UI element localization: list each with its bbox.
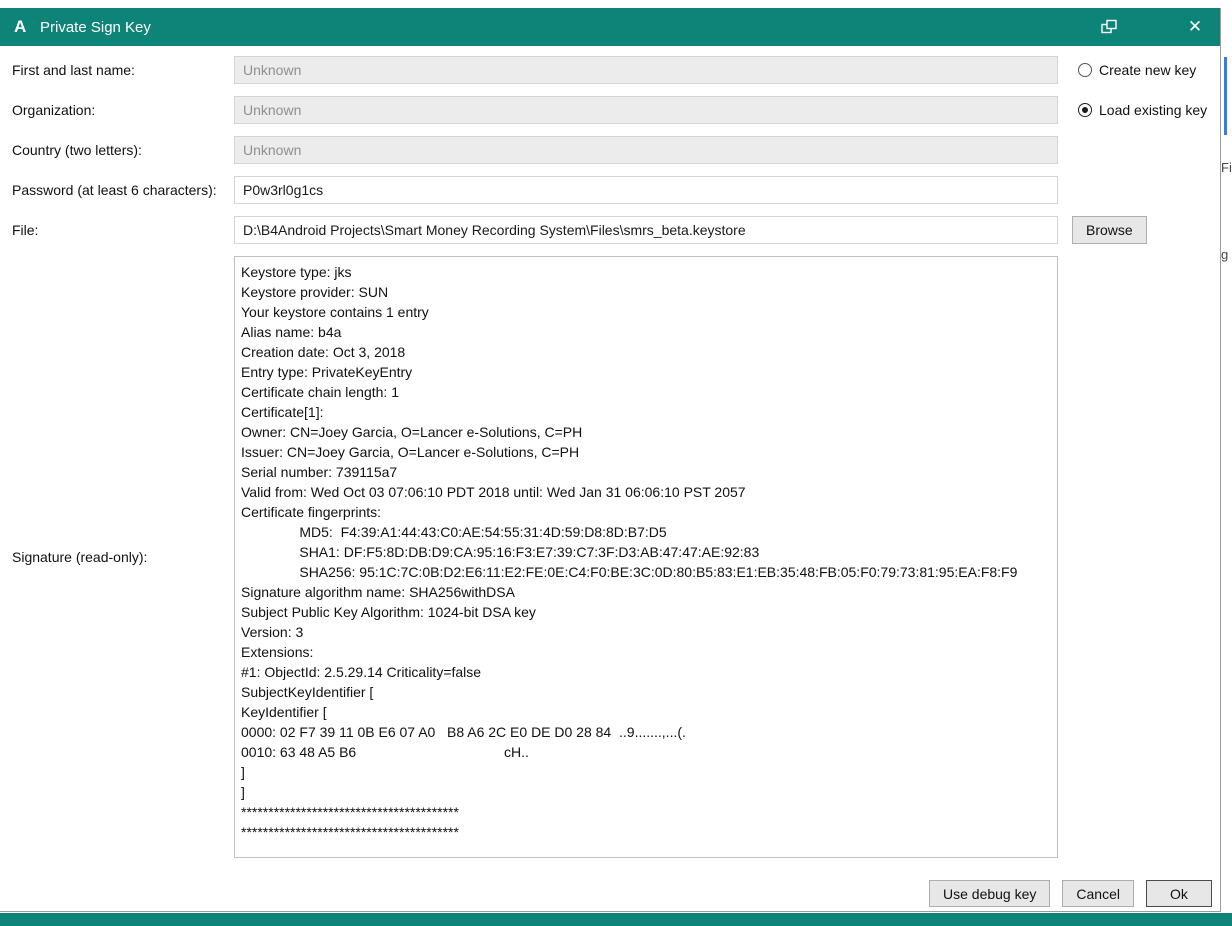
browse-button[interactable]: Browse	[1072, 216, 1147, 244]
signature-textarea[interactable]: Keystore type: jks Keystore provider: SU…	[234, 256, 1058, 858]
form-row-name: First and last name:	[12, 56, 1220, 84]
use-debug-key-button[interactable]: Use debug key	[929, 880, 1051, 907]
close-icon[interactable]: ✕	[1184, 16, 1206, 38]
file-label: File:	[12, 222, 39, 238]
background-text-fragment: g	[1221, 247, 1229, 262]
ok-button[interactable]: Ok	[1146, 880, 1212, 907]
radio-create-new-key-label: Create new key	[1099, 62, 1197, 78]
private-sign-key-dialog: A Private Sign Key ✕ First and last name…	[0, 8, 1221, 912]
signature-label: Signature (read-only):	[12, 549, 148, 565]
radio-load-existing-key[interactable]: Load existing key	[1078, 96, 1207, 124]
password-label: Password (at least 6 characters):	[12, 182, 217, 198]
form-row-organization: Organization:	[12, 96, 1220, 124]
form-row-signature: Signature (read-only): Keystore type: jk…	[12, 256, 1220, 858]
password-input[interactable]	[234, 176, 1058, 204]
form-row-file: File: Browse	[12, 216, 1220, 244]
background-statusbar	[0, 913, 1232, 926]
key-option-group: Create new key Load existing key	[1078, 56, 1207, 136]
form-row-country: Country (two letters):	[12, 136, 1220, 164]
dialog-body: First and last name: Organization: Count…	[0, 46, 1220, 907]
file-path-input[interactable]	[234, 216, 1058, 244]
dialog-footer: Use debug key Cancel Ok	[12, 880, 1220, 907]
first-last-name-label: First and last name:	[12, 62, 135, 78]
form-row-password: Password (at least 6 characters):	[12, 176, 1220, 204]
dock-window-icon[interactable]	[1100, 19, 1118, 35]
organization-label: Organization:	[12, 102, 96, 118]
organization-input	[234, 96, 1058, 124]
first-last-name-input	[234, 56, 1058, 84]
dialog-title: Private Sign Key	[40, 18, 151, 36]
country-input	[234, 136, 1058, 164]
cancel-button[interactable]: Cancel	[1062, 880, 1134, 907]
app-logo-icon: A	[14, 17, 27, 36]
screen: Fil g A Private Sign Key ✕ First and las…	[0, 0, 1232, 926]
radio-load-existing-key-label: Load existing key	[1099, 102, 1208, 118]
background-scrollbar	[1224, 57, 1227, 135]
radio-circle-checked-icon	[1078, 103, 1092, 117]
radio-create-new-key[interactable]: Create new key	[1078, 56, 1207, 84]
country-label: Country (two letters):	[12, 142, 142, 158]
background-text-fragment: Fil	[1221, 160, 1232, 175]
radio-circle-unchecked-icon	[1078, 63, 1092, 77]
dialog-titlebar: A Private Sign Key ✕	[0, 8, 1220, 46]
